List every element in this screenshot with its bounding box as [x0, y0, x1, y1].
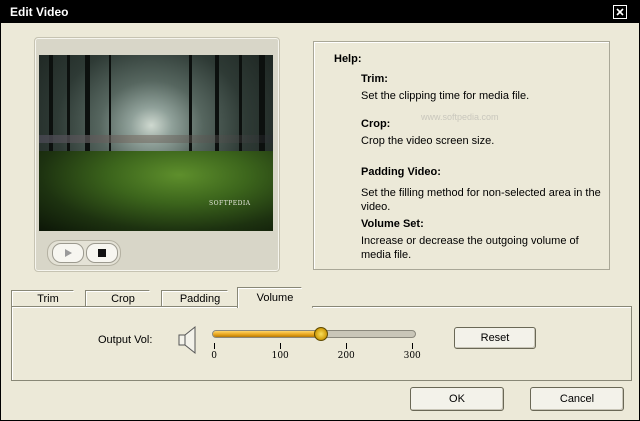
close-button[interactable]: [613, 5, 627, 19]
tab-trim[interactable]: Trim: [11, 290, 85, 307]
play-icon: [65, 249, 72, 257]
title-bar[interactable]: Edit Video: [1, 1, 639, 23]
help-item-trim: Trim: Set the clipping time for media fi…: [361, 73, 601, 103]
help-item-desc: Crop the video screen size.: [361, 135, 495, 147]
tab-padding[interactable]: Padding: [161, 290, 239, 307]
help-item-title: Padding Video:: [361, 166, 441, 178]
ok-button[interactable]: OK: [410, 387, 504, 411]
volume-tab-panel: Output Vol: 0 100 200 300 Reset: [11, 306, 632, 381]
close-icon: [616, 8, 624, 16]
tab-strip: Trim Crop Padding Volume: [11, 287, 631, 307]
reset-button[interactable]: Reset: [454, 327, 536, 349]
volume-slider-fill: [213, 331, 321, 337]
volume-tick-label: 200: [337, 351, 355, 361]
volume-slider-thumb[interactable]: [313, 327, 328, 341]
site-watermark: www.softpedia.com: [421, 112, 499, 122]
help-item-volume: Volume Set: Increase or decrease the out…: [361, 218, 601, 262]
tab-crop[interactable]: Crop: [85, 290, 161, 307]
edit-video-dialog: Edit Video SOFTPEDIA Help: Trim: Set the…: [0, 0, 640, 421]
volume-tick: [412, 343, 413, 349]
playback-controls: [47, 240, 121, 266]
video-foreground: [39, 151, 273, 231]
help-item-desc: Set the clipping time for media file.: [361, 90, 530, 102]
volume-tick-label: 100: [271, 351, 289, 361]
help-item-crop: Crop: Crop the video screen size.: [361, 118, 601, 148]
help-heading: Help:: [334, 53, 362, 65]
help-item-title: Volume Set:: [361, 218, 424, 230]
help-item-padding: Padding Video: Set the filling method fo…: [361, 166, 601, 214]
video-logo: SOFTPEDIA: [209, 200, 251, 207]
stop-button[interactable]: [86, 243, 118, 263]
volume-tick-label: 300: [403, 351, 421, 361]
cancel-button[interactable]: Cancel: [530, 387, 624, 411]
help-item-desc: Set the filling method for non-selected …: [361, 187, 601, 213]
volume-tick-label: 0: [211, 351, 217, 361]
volume-tick: [214, 343, 215, 349]
volume-tick: [346, 343, 347, 349]
play-button[interactable]: [52, 243, 84, 263]
volume-tick: [280, 343, 281, 349]
output-volume-label: Output Vol:: [98, 334, 153, 346]
help-panel: Help: Trim: Set the clipping time for me…: [313, 41, 610, 270]
video-screen: SOFTPEDIA: [39, 55, 273, 231]
help-item-title: Trim:: [361, 73, 388, 85]
help-item-desc: Increase or decrease the outgoing volume…: [361, 235, 579, 261]
tab-volume[interactable]: Volume: [237, 287, 313, 308]
speaker-icon: [178, 325, 196, 355]
video-overlay-band: [39, 135, 273, 143]
window-title: Edit Video: [10, 5, 69, 19]
stop-icon: [98, 249, 106, 257]
video-preview-panel: SOFTPEDIA: [34, 37, 280, 272]
